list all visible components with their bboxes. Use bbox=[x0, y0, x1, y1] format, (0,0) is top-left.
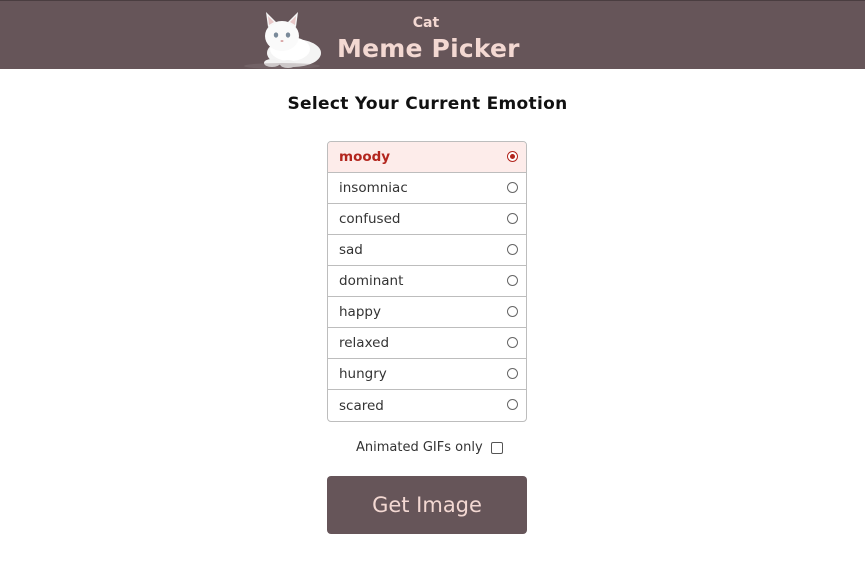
page-heading: Select Your Current Emotion bbox=[287, 94, 568, 114]
emotion-option-insomniac[interactable]: insomniac bbox=[328, 173, 526, 204]
emotion-option-relaxed[interactable]: relaxed bbox=[328, 328, 526, 359]
emotion-label: happy bbox=[339, 304, 381, 320]
app-title: Meme Picker bbox=[337, 34, 520, 63]
emotion-option-happy[interactable]: happy bbox=[328, 297, 526, 328]
radio-button[interactable] bbox=[507, 368, 518, 379]
animated-gifs-option[interactable]: Animated GIFs only bbox=[356, 440, 503, 455]
emotion-label: insomniac bbox=[339, 180, 408, 196]
emotion-label: relaxed bbox=[339, 335, 390, 351]
radio-button[interactable] bbox=[507, 182, 518, 193]
animated-gifs-checkbox[interactable] bbox=[490, 441, 503, 454]
emotion-option-confused[interactable]: confused bbox=[328, 204, 526, 235]
radio-button[interactable] bbox=[507, 399, 518, 410]
emotion-label: scared bbox=[339, 397, 384, 414]
emotion-label: dominant bbox=[339, 273, 404, 289]
radio-button[interactable] bbox=[507, 151, 518, 162]
emotion-option-moody[interactable]: moody bbox=[328, 142, 526, 173]
radio-button[interactable] bbox=[507, 275, 518, 286]
animated-gifs-label: Animated GIFs only bbox=[356, 440, 483, 455]
get-image-button[interactable]: Get Image bbox=[327, 476, 527, 534]
emotion-option-hungry[interactable]: hungry bbox=[328, 359, 526, 390]
emotion-label: sad bbox=[339, 242, 363, 258]
emotion-label: confused bbox=[339, 211, 401, 227]
white-cat-logo-icon bbox=[244, 12, 321, 69]
emotion-option-dominant[interactable]: dominant bbox=[328, 266, 526, 297]
emotion-radio-group: moody insomniac confused sad dominant happy re… bbox=[327, 141, 527, 422]
radio-button[interactable] bbox=[507, 213, 518, 224]
radio-button[interactable] bbox=[507, 337, 518, 348]
emotion-option-sad[interactable]: sad bbox=[328, 235, 526, 266]
radio-button[interactable] bbox=[507, 244, 518, 255]
title-small: Cat bbox=[412, 15, 440, 31]
header-bar: Cat Meme Picker bbox=[0, 0, 865, 69]
emotion-option-scared[interactable]: scared bbox=[328, 390, 526, 421]
emotion-label: moody bbox=[339, 149, 391, 165]
radio-button[interactable] bbox=[507, 306, 518, 317]
emotion-label: hungry bbox=[339, 366, 387, 382]
